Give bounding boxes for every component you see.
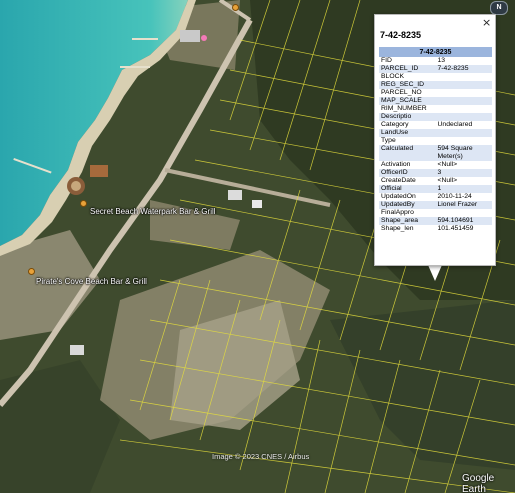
attribute-key: Calculated	[379, 145, 436, 161]
attribute-value	[435, 209, 492, 217]
attribute-row: CreateDate <Null>	[379, 177, 492, 185]
attribute-row: FID 13	[379, 57, 492, 65]
attribute-value	[435, 129, 492, 137]
attribute-row: REG_SEC_ID	[379, 81, 492, 89]
attribute-row: Descriptio	[379, 113, 492, 121]
attribute-key: Category	[379, 121, 436, 129]
attribute-key: OfficerID	[379, 169, 436, 177]
attribute-table: 7-42-8235 FID 13 PARCEL_ID 7-42-8235 BLOCK…	[379, 47, 492, 233]
poi-label[interactable]: Pirate's Cove Beach Bar & Grill	[36, 277, 147, 286]
attribute-key: LandUse	[379, 129, 436, 137]
attribute-value	[435, 81, 492, 89]
attribute-key: BLOCK	[379, 73, 436, 81]
satellite-map[interactable]: Secret Beach Waterpark Bar & Grill Pirat…	[0, 0, 515, 493]
attribute-key: Activation	[379, 161, 436, 169]
attribute-table-header: 7-42-8235	[379, 47, 492, 57]
attribute-value: 2010-11-24	[435, 193, 492, 201]
popup-title: 7-42-8235	[380, 30, 422, 40]
attribute-row: Calculated 594 Square Meter(s)	[379, 145, 492, 161]
attribute-row: Shape_len 101.451459	[379, 225, 492, 233]
attribute-value: Undeclared	[435, 121, 492, 129]
attribute-value: <Null>	[435, 177, 492, 185]
poi-label[interactable]: Secret Beach Waterpark Bar & Grill	[90, 207, 216, 216]
attribute-key: UpdatedBy	[379, 201, 436, 209]
attribute-value: 101.451459	[435, 225, 492, 233]
attribute-value	[435, 89, 492, 97]
attribute-row: FinalAppro	[379, 209, 492, 217]
attribute-row: Shape_area 594.104691	[379, 217, 492, 225]
attribute-row: Official 1	[379, 185, 492, 193]
attribute-value: 3	[435, 169, 492, 177]
attribute-row: MAP_SCALE	[379, 97, 492, 105]
imagery-attribution: Image © 2023 CNES / Airbus	[212, 452, 310, 461]
attribute-key: FID	[379, 57, 436, 65]
attribute-key: Shape_area	[379, 217, 436, 225]
attribute-row: Type	[379, 137, 492, 145]
poi-pin-icon[interactable]	[232, 4, 239, 11]
popup-tail	[428, 265, 442, 281]
attribute-key: Type	[379, 137, 436, 145]
attribute-key: Shape_len	[379, 225, 436, 233]
attribute-key: Descriptio	[379, 113, 436, 121]
attribute-value	[435, 73, 492, 81]
attribute-key: Official	[379, 185, 436, 193]
attribute-key: PARCEL_NO	[379, 89, 436, 97]
attribute-key: UpdatedOn	[379, 193, 436, 201]
attribute-row: Category Undeclared	[379, 121, 492, 129]
attribute-value: 7-42-8235	[435, 65, 492, 73]
attribute-key: CreateDate	[379, 177, 436, 185]
attribute-value: 594.104691	[435, 217, 492, 225]
attribute-value: 13	[435, 57, 492, 65]
attribute-key: RIM_NUMBER	[379, 105, 436, 113]
attribute-value	[435, 97, 492, 105]
attribute-row: RIM_NUMBER	[379, 105, 492, 113]
attribute-row: Activation <Null>	[379, 161, 492, 169]
attribute-value	[435, 137, 492, 145]
attribute-row: PARCEL_NO	[379, 89, 492, 97]
attribute-key: MAP_SCALE	[379, 97, 436, 105]
google-earth-logo: Google Earth	[462, 473, 495, 493]
attribute-value	[435, 105, 492, 113]
compass-icon[interactable]: N	[490, 1, 508, 15]
parcel-info-popup: × 7-42-8235 7-42-8235 FID 13 PARCEL_ID 7-4…	[374, 14, 496, 266]
attribute-row: LandUse	[379, 129, 492, 137]
attribute-row: PARCEL_ID 7-42-8235	[379, 65, 492, 73]
attribute-value: Lionel Frazer	[435, 201, 492, 209]
attribute-row: OfficerID 3	[379, 169, 492, 177]
attribute-value	[435, 113, 492, 121]
attribute-key: FinalAppro	[379, 209, 436, 217]
attribute-row: UpdatedBy Lionel Frazer	[379, 201, 492, 209]
attribute-row: UpdatedOn 2010-11-24	[379, 193, 492, 201]
poi-pin-icon[interactable]	[80, 200, 87, 207]
attribute-value: 1	[435, 185, 492, 193]
poi-pin-icon[interactable]	[28, 268, 35, 275]
attribute-value: 594 Square Meter(s)	[435, 145, 492, 161]
attribute-value: <Null>	[435, 161, 492, 169]
attribute-row: BLOCK	[379, 73, 492, 81]
close-icon[interactable]: ×	[482, 16, 491, 29]
attribute-key: REG_SEC_ID	[379, 81, 436, 89]
attribute-key: PARCEL_ID	[379, 65, 436, 73]
